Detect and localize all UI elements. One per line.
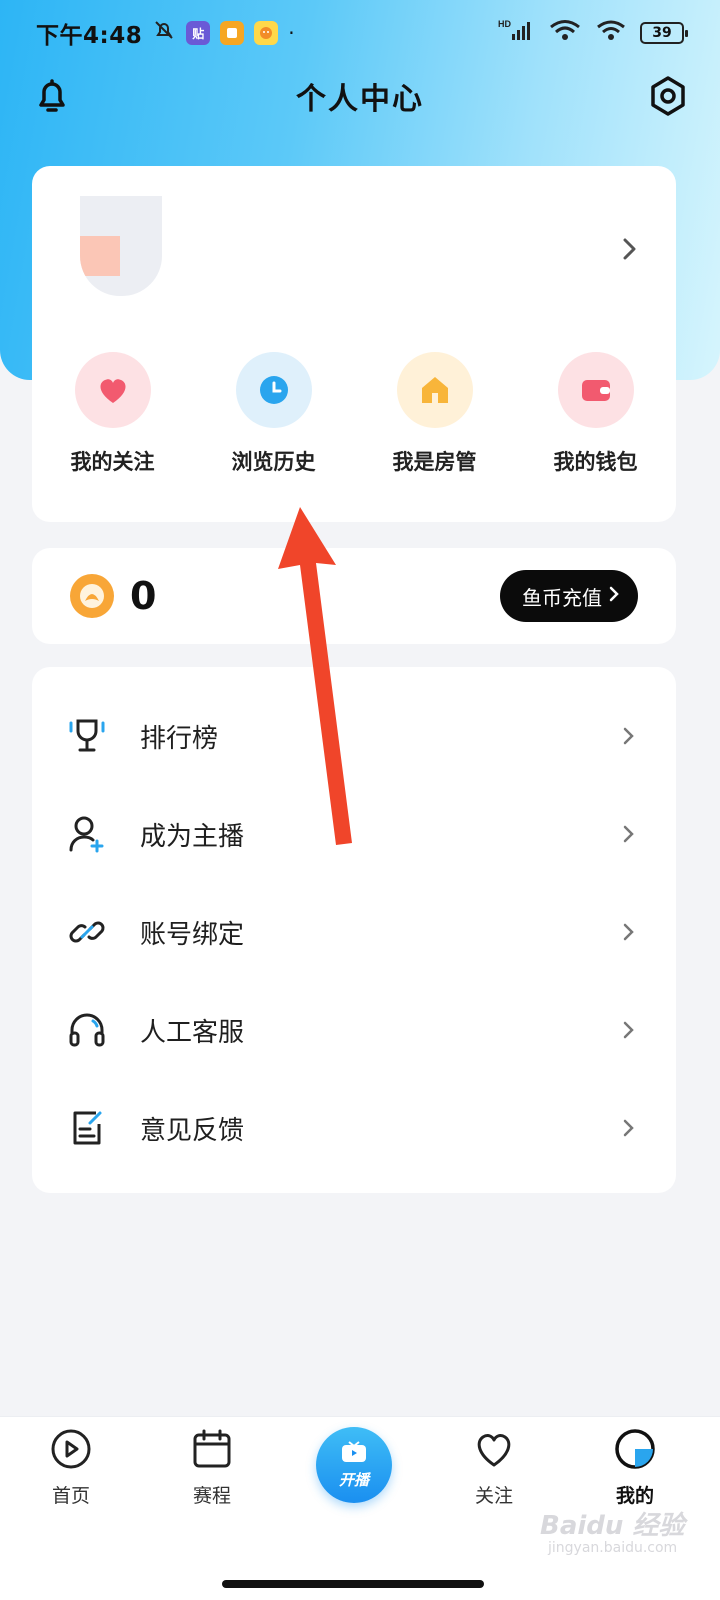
more-dot-icon: · <box>288 21 295 45</box>
avatar[interactable] <box>80 196 162 296</box>
chevron-right-icon <box>622 921 636 943</box>
clock-icon <box>235 352 312 428</box>
notification-app-icon: 贴 <box>186 21 211 45</box>
heart-icon <box>74 352 151 428</box>
signal-icon: HD <box>498 18 534 48</box>
profile-avatar-icon <box>613 1427 657 1475</box>
profile-chevron-right-icon[interactable] <box>620 234 640 264</box>
menu-item-become-streamer[interactable]: 成为主播 <box>32 785 676 883</box>
menu-item-account-binding[interactable]: 账号绑定 <box>32 883 676 981</box>
calendar-icon <box>190 1427 234 1475</box>
watermark: Baidu 经验 <box>540 1511 685 1541</box>
headset-icon <box>66 1009 108 1051</box>
tab-home[interactable]: 首页 <box>16 1427 126 1508</box>
heart-outline-icon <box>472 1427 516 1475</box>
chevron-right-icon <box>608 584 620 608</box>
nav-bar: 个人中心 <box>0 66 720 126</box>
wifi-icon <box>548 18 582 48</box>
feedback-icon <box>66 1107 108 1149</box>
menu-card: 排行榜 成为主播 账号绑定 人工客服 意见反馈 <box>32 667 676 1193</box>
mute-bell-icon <box>152 18 176 48</box>
play-circle-icon <box>49 1427 93 1475</box>
settings-gear-icon[interactable] <box>646 74 690 118</box>
status-time: 下午4:48 <box>36 23 143 49</box>
quick-action-history[interactable]: 浏览历史 <box>193 352 354 476</box>
tab-follow[interactable]: 关注 <box>439 1427 549 1508</box>
menu-item-feedback[interactable]: 意见反馈 <box>32 1079 676 1177</box>
broadcast-button[interactable]: 开播 <box>316 1427 392 1503</box>
wallet-icon <box>557 352 634 428</box>
chevron-right-icon <box>622 1019 636 1041</box>
quick-action-room-manager[interactable]: 我是房管 <box>354 352 515 476</box>
menu-item-customer-service[interactable]: 人工客服 <box>32 981 676 1079</box>
tab-mine[interactable]: 我的 <box>580 1427 690 1508</box>
profile-card: 我的关注 浏览历史 我是房管 我的钱包 <box>32 166 676 522</box>
recharge-button[interactable]: 鱼币充值 <box>500 570 638 622</box>
link-icon <box>66 911 108 953</box>
tv-icon <box>339 1440 369 1468</box>
home-indicator[interactable] <box>222 1580 484 1588</box>
page-title: 个人中心 <box>296 82 424 117</box>
notification-bell-icon[interactable] <box>30 74 74 118</box>
game-app-icon <box>254 21 279 45</box>
quick-actions: 我的关注 浏览历史 我是房管 我的钱包 <box>32 352 676 476</box>
coin-balance-card: 0 鱼币充值 <box>32 548 676 644</box>
watermark-url: jingyan.baidu.com <box>548 1540 678 1556</box>
battery-indicator: 39 <box>640 22 688 44</box>
add-user-icon <box>66 813 108 855</box>
svg-text:HD: HD <box>498 19 511 29</box>
trophy-icon <box>66 715 108 757</box>
chevron-right-icon <box>622 725 636 747</box>
notes-app-icon <box>220 21 245 45</box>
tab-schedule[interactable]: 赛程 <box>157 1427 267 1508</box>
quick-action-wallet[interactable]: 我的钱包 <box>515 352 676 476</box>
chevron-right-icon <box>622 823 636 845</box>
coin-amount: 0 <box>130 574 157 618</box>
chevron-right-icon <box>622 1117 636 1139</box>
status-bar: 下午4:48 贴 · HD 39 <box>0 0 720 66</box>
recharge-button-label: 鱼币充值 <box>522 585 602 610</box>
wifi-secondary-icon <box>596 18 626 48</box>
fish-coin-icon <box>70 574 114 618</box>
menu-item-ranking[interactable]: 排行榜 <box>32 687 676 785</box>
house-icon <box>396 352 473 428</box>
quick-action-follows[interactable]: 我的关注 <box>32 352 193 476</box>
